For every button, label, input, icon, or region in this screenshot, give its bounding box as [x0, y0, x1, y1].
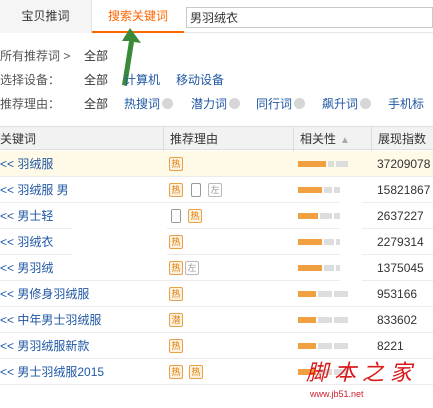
- reason-hot-label: 热搜词: [124, 97, 161, 111]
- keyword-table-body: << 羽绒服 热 37209078 << 羽绒服 男 热 左 15821867 …: [0, 151, 433, 385]
- table-row[interactable]: << 羽绒服 男 热 左 15821867: [0, 177, 433, 203]
- sort-arrow-icon[interactable]: ▲: [340, 129, 350, 153]
- table-row[interactable]: << 男羽绒 热 左 1375045: [0, 255, 433, 281]
- reason-option-rising[interactable]: 飙升词: [322, 95, 372, 113]
- reason-option-mobile[interactable]: 手机标: [388, 95, 424, 113]
- keyword-link[interactable]: << 男羽绒: [0, 255, 53, 281]
- table-row[interactable]: << 羽绒衣 热 2279314: [0, 229, 433, 255]
- display-index: 1375045: [377, 261, 424, 275]
- col-header-reason: 推荐理由: [163, 127, 293, 151]
- hot-tag-icon: 热: [169, 157, 183, 171]
- reason-potential-label: 潜力词: [191, 97, 228, 111]
- reason-rising-label: 飙升词: [322, 97, 359, 111]
- hot-tag-icon: 热: [189, 365, 203, 379]
- filter-label-device: 选择设备：: [0, 73, 61, 87]
- relevance-bar: [298, 161, 348, 167]
- erased-region: [340, 178, 362, 288]
- hot-tag-icon: 热: [169, 235, 183, 249]
- mobile-device-icon: [171, 209, 181, 223]
- table-row[interactable]: << 中年男士羽绒服 潜 833602: [0, 307, 433, 333]
- help-icon[interactable]: [229, 98, 241, 109]
- filter-option-all[interactable]: 全部: [84, 47, 108, 65]
- hot-tag-icon: 热: [169, 261, 183, 275]
- hot-tag-icon: 热: [169, 183, 183, 197]
- left-tag-icon: 左: [185, 261, 199, 275]
- keyword-link[interactable]: << 男修身羽绒服: [0, 281, 89, 307]
- col-header-relevance[interactable]: 相关性 ▲: [293, 127, 371, 151]
- table-row[interactable]: << 男修身羽绒服 热 953166: [0, 281, 433, 307]
- keyword-link[interactable]: << 男羽绒服新款: [0, 333, 89, 359]
- tab-item-recommend[interactable]: 宝贝推词: [0, 0, 92, 33]
- display-index: 953166: [377, 287, 418, 301]
- hot-tag-icon: 热: [169, 287, 183, 301]
- mobile-device-icon: [191, 183, 201, 197]
- relevance-bar: [298, 291, 348, 297]
- keyword-search-input[interactable]: [186, 7, 433, 28]
- keyword-link[interactable]: << 羽绒衣: [0, 229, 53, 255]
- reason-option-potential[interactable]: 潜力词: [191, 95, 241, 113]
- filter-label-recommended: 所有推荐词 >: [0, 49, 71, 63]
- potential-tag-icon: 潜: [169, 313, 183, 327]
- col-header-index[interactable]: 展现指数: [371, 127, 433, 151]
- relevance-header-label: 相关性: [300, 132, 337, 146]
- watermark-url: www.jb51.net: [310, 389, 364, 399]
- display-index: 833602: [377, 313, 418, 327]
- keyword-table-header: 关键词 推荐理由 相关性 ▲ 展现指数: [0, 126, 433, 151]
- top-tab-bar: 宝贝推词 搜索关键词: [0, 0, 433, 33]
- filter-row-recommended: 所有推荐词 > 全部: [0, 47, 433, 65]
- table-row[interactable]: << 羽绒服 热 37209078: [0, 151, 433, 177]
- keyword-link[interactable]: << 羽绒服: [0, 151, 53, 177]
- site-watermark: 脚本之家 www.jb51.net: [302, 355, 433, 408]
- reason-option-hot[interactable]: 热搜词: [124, 95, 174, 113]
- filter-label-reason: 推荐理由：: [0, 97, 61, 111]
- relevance-bar: [298, 343, 348, 349]
- keyword-link[interactable]: << 中年男士羽绒服: [0, 307, 101, 333]
- display-index: 37209078: [377, 157, 431, 171]
- col-header-keyword: 关键词: [0, 132, 37, 146]
- filter-row-reason: 推荐理由： 全部 热搜词 潜力词 同行词 飙升词 手机标: [0, 95, 433, 113]
- hot-tag-icon: 热: [188, 209, 202, 223]
- keyword-link[interactable]: << 男士轻: [0, 203, 53, 229]
- display-index: 2637227: [377, 209, 424, 223]
- left-tag-icon: 左: [208, 183, 222, 197]
- watermark-title: 脚本之家: [306, 361, 419, 386]
- reason-option-peer[interactable]: 同行词: [256, 95, 306, 113]
- device-option-all[interactable]: 全部: [84, 71, 108, 89]
- reason-option-all[interactable]: 全部: [84, 95, 108, 113]
- hot-tag-icon: 热: [169, 365, 183, 379]
- display-index: 15821867: [377, 183, 431, 197]
- erased-region: [72, 207, 167, 277]
- hot-tag-icon: 热: [169, 339, 183, 353]
- relevance-bar: [298, 317, 348, 323]
- keyword-link[interactable]: << 羽绒服 男: [0, 177, 69, 203]
- reason-peer-label: 同行词: [256, 97, 293, 111]
- keyword-link[interactable]: << 男士羽绒服2015: [0, 359, 104, 385]
- help-icon[interactable]: [294, 98, 306, 109]
- device-option-mobile[interactable]: 移动设备: [176, 71, 224, 89]
- filter-row-device: 选择设备： 全部 计算机 移动设备: [0, 71, 433, 89]
- help-icon[interactable]: [360, 98, 372, 109]
- display-index: 2279314: [377, 235, 424, 249]
- help-icon[interactable]: [162, 98, 174, 109]
- device-option-computer[interactable]: 计算机: [124, 71, 160, 89]
- table-row[interactable]: << 男士轻 热 2637227: [0, 203, 433, 229]
